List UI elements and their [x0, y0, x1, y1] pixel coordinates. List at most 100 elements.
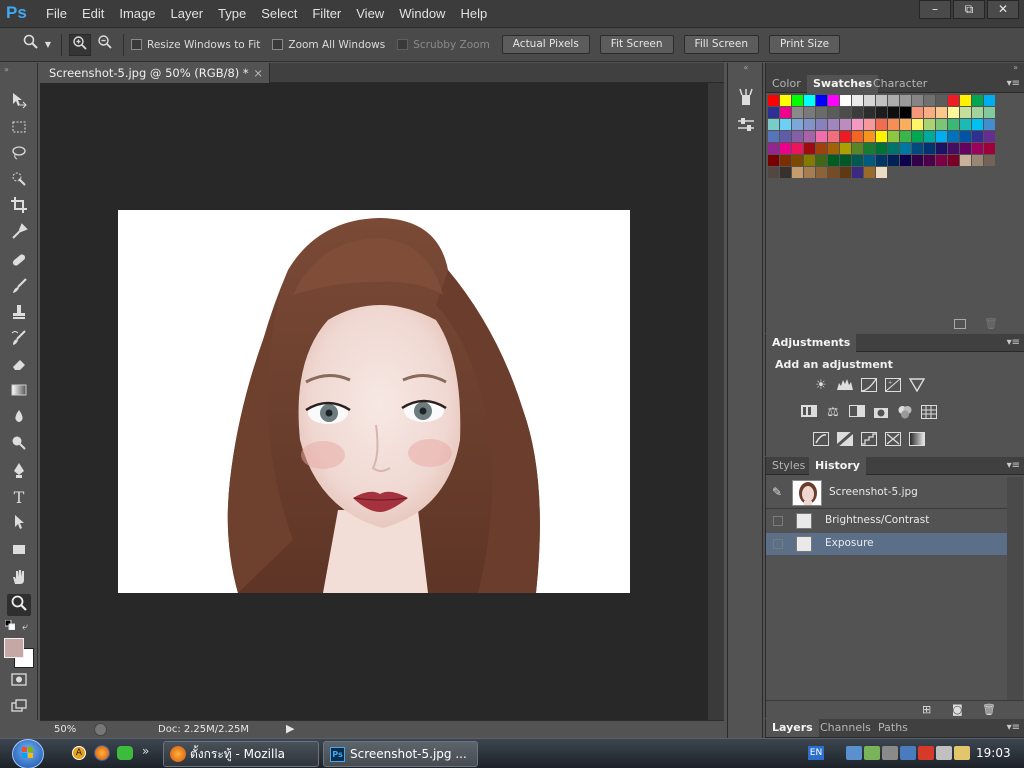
color-swatch[interactable] — [876, 155, 887, 166]
color-swatch[interactable] — [972, 155, 983, 166]
color-swatch[interactable] — [888, 155, 899, 166]
clone-stamp-tool-icon[interactable] — [7, 303, 31, 325]
tab-history[interactable]: History — [809, 457, 866, 475]
color-swatch[interactable] — [936, 131, 947, 142]
color-swatch[interactable] — [888, 119, 899, 130]
lasso-tool-icon[interactable] — [7, 144, 31, 166]
color-swatch[interactable] — [948, 131, 959, 142]
color-swatch[interactable] — [876, 131, 887, 142]
vibrance-icon[interactable] — [908, 378, 926, 394]
history-step[interactable]: Brightness/Contrast — [766, 510, 1007, 532]
healing-brush-tool-icon[interactable] — [7, 251, 31, 273]
color-swatch[interactable] — [972, 95, 983, 106]
history-snapshot-row[interactable]: ✎ Screenshot-5.jpg — [766, 477, 1007, 509]
color-swatch[interactable] — [768, 119, 779, 130]
color-swatch[interactable] — [780, 167, 791, 178]
color-swatch[interactable] — [828, 119, 839, 130]
color-swatch[interactable] — [804, 155, 815, 166]
color-swatch[interactable] — [840, 107, 851, 118]
color-swatch[interactable] — [948, 107, 959, 118]
taskbar-photoshop-button[interactable]: Ps Screenshot-5.jpg ... — [323, 741, 478, 767]
avast-icon[interactable]: A — [72, 746, 86, 760]
close-button[interactable]: ✕ — [987, 0, 1019, 19]
zoom-out-icon[interactable] — [94, 34, 116, 56]
tool-preset-dropdown-icon[interactable]: ▼ — [42, 34, 54, 56]
color-swatch[interactable] — [768, 155, 779, 166]
color-swatch[interactable] — [792, 167, 803, 178]
color-swatch[interactable] — [936, 95, 947, 106]
color-swatch[interactable] — [804, 107, 815, 118]
color-swatch[interactable] — [924, 131, 935, 142]
color-swatch[interactable] — [816, 167, 827, 178]
color-swatch[interactable] — [840, 95, 851, 106]
rectangle-tool-icon[interactable] — [7, 540, 31, 562]
tab-paths[interactable]: Paths — [872, 719, 914, 737]
color-swatch[interactable] — [924, 155, 935, 166]
color-swatch[interactable] — [768, 95, 779, 106]
expand-panels-icon[interactable]: « — [730, 63, 762, 73]
panel-menu-icon[interactable]: ▾≡ — [1007, 334, 1020, 352]
foreground-color-swatch[interactable] — [4, 638, 24, 658]
resize-windows-checkbox[interactable]: Resize Windows to Fit — [131, 39, 260, 51]
zoom-all-windows-checkbox[interactable]: Zoom All Windows — [272, 39, 385, 51]
collapse-toolbox-icon[interactable]: » — [4, 65, 9, 74]
actual-pixels-button[interactable]: Actual Pixels — [501, 35, 590, 54]
menu-image[interactable]: Image — [119, 6, 155, 21]
zoom-tool-icon[interactable] — [20, 34, 42, 56]
color-swatch[interactable] — [900, 155, 911, 166]
color-balance-icon[interactable]: ⚖ — [824, 405, 842, 421]
color-swatch[interactable] — [852, 155, 863, 166]
color-swatch[interactable] — [864, 167, 875, 178]
quick-mask-icon[interactable] — [7, 670, 31, 692]
start-button[interactable] — [12, 739, 44, 768]
default-colors-icon[interactable] — [4, 619, 16, 631]
color-swatch[interactable] — [804, 95, 815, 106]
color-swatch[interactable] — [900, 107, 911, 118]
color-swatch[interactable] — [936, 143, 947, 154]
properties-icon[interactable] — [736, 115, 756, 138]
color-swatch[interactable] — [792, 107, 803, 118]
color-swatch[interactable] — [828, 107, 839, 118]
color-lookup-icon[interactable] — [920, 405, 938, 421]
color-swatch[interactable] — [912, 131, 923, 142]
menu-edit[interactable]: Edit — [82, 6, 104, 21]
new-document-from-state-icon[interactable]: ⊞ — [922, 703, 931, 716]
create-snapshot-icon[interactable]: ◙ — [952, 703, 963, 716]
gradient-tool-icon[interactable] — [7, 381, 31, 403]
color-swatch[interactable] — [840, 119, 851, 130]
color-swatch[interactable] — [960, 95, 971, 106]
color-swatch[interactable] — [852, 119, 863, 130]
tray-icon-2[interactable] — [864, 746, 880, 760]
color-swatch[interactable] — [840, 131, 851, 142]
tab-adjustments[interactable]: Adjustments — [766, 334, 857, 352]
photo-filter-icon[interactable] — [872, 405, 890, 421]
color-swatch[interactable] — [888, 143, 899, 154]
tool-presets-icon[interactable] — [736, 87, 756, 110]
tab-color[interactable]: Color — [766, 75, 807, 93]
color-swatch[interactable] — [780, 95, 791, 106]
status-info-icon[interactable] — [94, 723, 107, 736]
color-swatch[interactable] — [852, 167, 863, 178]
color-swatch[interactable] — [768, 131, 779, 142]
hand-tool-icon[interactable] — [7, 568, 31, 590]
panel-menu-icon[interactable]: ▾≡ — [1007, 457, 1020, 475]
curves-icon[interactable] — [860, 378, 878, 394]
pen-tool-icon[interactable] — [7, 461, 31, 483]
clock[interactable]: 19:03 — [976, 746, 1011, 760]
color-swatch[interactable] — [816, 155, 827, 166]
color-swatch[interactable] — [768, 107, 779, 118]
color-swatch[interactable] — [792, 95, 803, 106]
brush-tool-icon[interactable] — [7, 277, 31, 299]
color-swatch[interactable] — [792, 143, 803, 154]
color-swatch[interactable] — [816, 107, 827, 118]
volume-tray-icon[interactable] — [936, 746, 952, 760]
path-selection-tool-icon[interactable] — [7, 513, 31, 535]
color-swatch[interactable] — [876, 107, 887, 118]
color-swatch[interactable] — [852, 95, 863, 106]
color-swatch[interactable] — [780, 155, 791, 166]
checkbox-box[interactable] — [131, 39, 142, 50]
color-swatch[interactable] — [864, 155, 875, 166]
move-tool-icon[interactable] — [7, 91, 31, 113]
color-swatch[interactable] — [828, 143, 839, 154]
color-swatch[interactable] — [852, 131, 863, 142]
